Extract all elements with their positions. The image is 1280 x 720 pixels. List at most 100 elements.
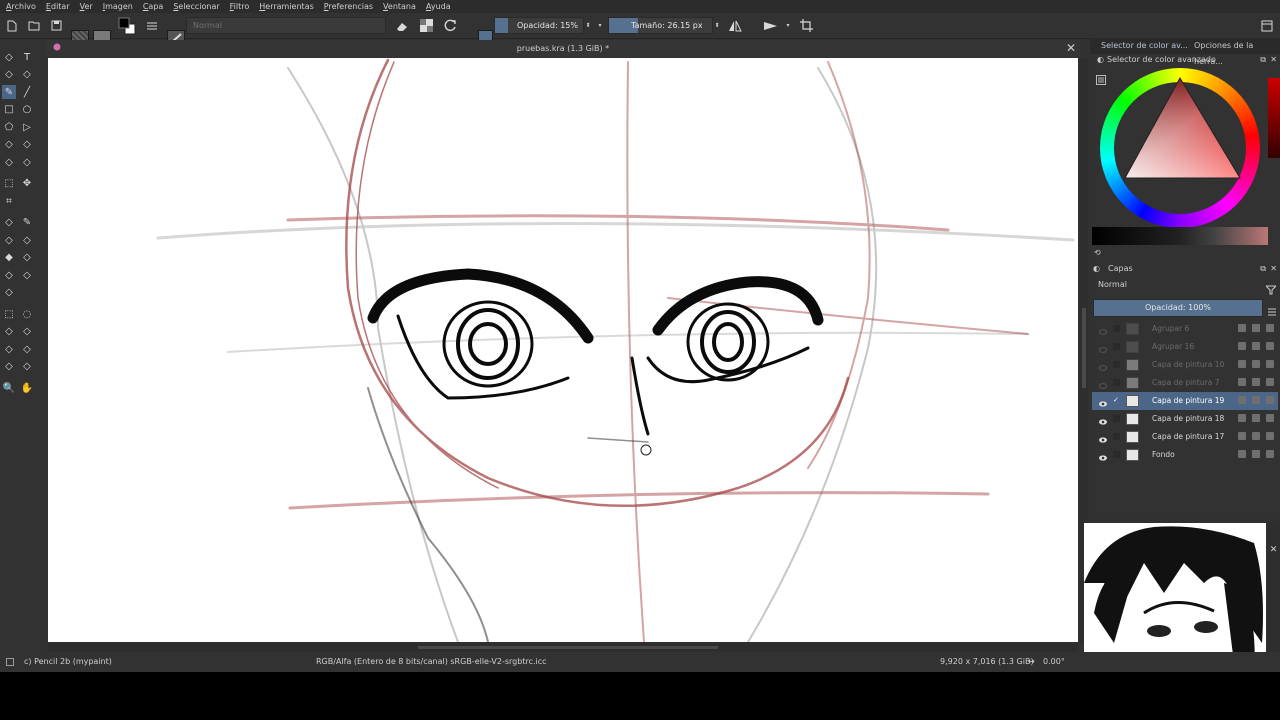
transform-tool-icon[interactable]: ⬚ [2,177,16,191]
layer-row[interactable]: Agrupar 16 [1092,338,1278,356]
text-tool-icon[interactable]: T [20,50,34,64]
chevron-down-icon[interactable]: ▾ [784,17,792,34]
layer-property-icons[interactable] [1238,324,1274,334]
layer-property-icons[interactable] [1238,342,1274,352]
inherit-alpha-icon[interactable] [1266,396,1274,404]
layer-row[interactable]: Capa de pintura 10 [1092,356,1278,374]
freehand-select-icon[interactable]: ◇ [20,325,34,339]
eye-icon[interactable] [1099,397,1107,407]
eye-icon[interactable] [1099,451,1107,461]
alpha-icon[interactable] [1252,450,1260,458]
move-tool-icon[interactable]: ✥ [20,177,34,191]
multibrush-tool-icon[interactable]: ◇ [20,155,34,169]
reference-tool-icon[interactable]: ◇ [2,286,16,300]
new-document-icon[interactable] [5,17,19,34]
alpha-icon[interactable] [1252,360,1260,368]
layer-blend-mode[interactable]: Normal [1092,279,1256,293]
pan-tool-icon[interactable]: ✋ [20,381,34,395]
mirror-vertical-icon[interactable] [762,17,780,34]
eye-icon[interactable] [1099,415,1107,425]
inherit-alpha-icon[interactable] [1266,414,1274,422]
close-icon[interactable]: ✕ [1066,40,1076,57]
opacity-slider[interactable]: Opacidad: 15% [494,17,584,34]
dynamic-brush-tool-icon[interactable]: ◇ [2,155,16,169]
layer-checkbox[interactable] [1113,325,1120,332]
color-wheel[interactable] [1100,68,1260,228]
blend-mode-dropdown[interactable]: Normal [186,17,386,34]
similar-select-icon[interactable]: ◇ [20,342,34,356]
layer-checkbox[interactable] [1113,361,1120,368]
layer-checkbox[interactable] [1113,379,1120,386]
layer-row[interactable]: Capa de pintura 17 [1092,428,1278,446]
chevron-down-icon[interactable]: ▾ [596,17,604,34]
alpha-icon[interactable] [1252,378,1260,386]
enclosed-fill-icon[interactable]: ◇ [20,251,34,265]
layer-property-icons[interactable] [1238,360,1274,370]
edit-shapes-tool-icon[interactable]: ◇ [2,68,16,82]
float-icon[interactable]: ⧉ [1260,262,1266,275]
save-icon[interactable] [49,17,63,34]
color-picker-icon[interactable]: ✎ [20,216,34,230]
polygon-tool-icon[interactable]: ⬠ [2,120,16,134]
document-tab[interactable]: pruebas.kra (1.3 GiB) * ✕ [46,40,1080,57]
lock-icon[interactable] [1238,342,1246,350]
assistant-tool-icon[interactable]: ◇ [2,268,16,282]
menu-imagen[interactable]: Imagen [103,0,133,13]
crop-tool-icon[interactable]: ⌗ [2,194,16,208]
menu-icon[interactable] [1267,302,1277,321]
lock-icon[interactable] [1238,360,1246,368]
select-shapes-tool-icon[interactable]: ◇ [2,50,16,64]
layer-row[interactable]: Fondo [1092,446,1278,464]
menu-archivo[interactable]: Archivo [6,0,36,13]
menu-ver[interactable]: Ver [80,0,93,13]
eraser-icon[interactable] [394,17,410,34]
refresh-icon[interactable]: ⟲ [1094,248,1101,257]
brush-presets-icon[interactable] [145,17,159,34]
color-history-bar[interactable] [1092,227,1268,245]
layer-property-icons[interactable] [1238,450,1274,460]
magnetic-select-icon[interactable]: ◇ [20,360,34,374]
lock-icon[interactable] [1238,414,1246,422]
eye-icon[interactable] [1099,433,1107,443]
menu-ayuda[interactable]: Ayuda [426,0,451,13]
fg-bg-colors-icon[interactable] [117,17,137,34]
layer-property-icons[interactable] [1238,396,1274,406]
polyline-tool-icon[interactable]: ▷ [20,120,34,134]
mirror-horizontal-icon[interactable] [727,17,743,34]
menu-preferencias[interactable]: Preferencias [324,0,373,13]
open-icon[interactable] [27,17,41,34]
lock-icon[interactable] [1238,396,1246,404]
alpha-icon[interactable] [1252,396,1260,404]
menu-filtro[interactable]: Filtro [230,0,250,13]
opacity-spin-icon[interactable]: ⬍ [584,17,592,34]
eye-icon[interactable] [1098,379,1108,389]
layer-checkbox[interactable] [1113,451,1120,458]
smart-patch-icon[interactable]: ◇ [20,233,34,247]
line-tool-icon[interactable]: ╱ [20,85,34,99]
lock-icon[interactable] [1238,378,1246,386]
float-icon[interactable]: ⧉ [1260,53,1266,66]
alpha-icon[interactable] [1252,432,1260,440]
wrap-around-icon[interactable] [798,17,814,34]
alpha-icon[interactable] [1252,414,1260,422]
filter-icon[interactable] [1264,280,1278,299]
size-spin-icon[interactable]: ⬍ [713,17,721,34]
bezier-select-icon[interactable]: ◇ [2,360,16,374]
layer-checkbox[interactable] [1113,343,1120,350]
drawing-canvas[interactable] [48,58,1078,642]
eye-icon[interactable] [1098,343,1108,353]
menu-capa[interactable]: Capa [143,0,163,13]
gradient-tool-icon[interactable]: ◇ [2,216,16,230]
menu-herramientas[interactable]: Herramientas [259,0,314,13]
layer-property-icons[interactable] [1238,432,1274,442]
bezier-tool-icon[interactable]: ◇ [2,138,16,152]
layer-opacity-slider[interactable]: Opacidad: 100% [1093,299,1263,317]
layer-checkbox[interactable]: ✓ [1113,397,1120,404]
horizontal-scrollbar[interactable] [48,643,1078,652]
eye-icon[interactable] [1098,325,1108,335]
layer-row[interactable]: Capa de pintura 18 [1092,410,1278,428]
freehand-brush-tool-icon[interactable]: ✎ [2,85,16,99]
close-icon[interactable]: ✕ [1267,545,1280,555]
close-icon[interactable]: ✕ [1270,53,1277,66]
lock-icon[interactable] [1238,324,1246,332]
